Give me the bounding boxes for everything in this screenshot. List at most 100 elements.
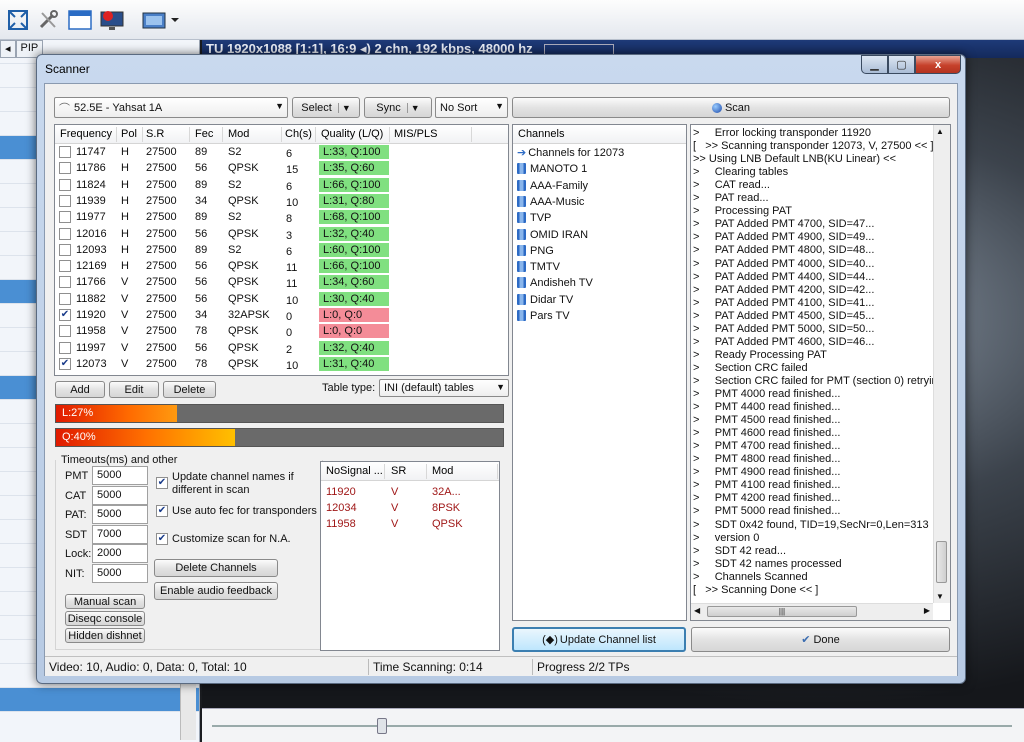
col-channels-header[interactable]: Channels bbox=[518, 125, 564, 143]
satellite-select[interactable]: ⌒ 52.5E - Yahsat 1A ▼ bbox=[54, 97, 288, 118]
timeout-input[interactable]: 5000 bbox=[92, 466, 148, 485]
col-frequency[interactable]: Frequency bbox=[60, 125, 112, 143]
table-row[interactable]: 11786 H 27500 56 QPSK 15 L:35, Q:60 bbox=[55, 160, 508, 176]
seek-track[interactable] bbox=[212, 725, 1012, 727]
channel-item[interactable]: MANOTO 1 bbox=[517, 161, 587, 177]
col-nosignal[interactable]: NoSignal ... bbox=[326, 462, 383, 480]
row-checkbox[interactable] bbox=[59, 260, 71, 273]
scroll-left-icon[interactable]: ◀ bbox=[694, 606, 700, 615]
col-quality[interactable]: Quality (L/Q) bbox=[321, 125, 383, 143]
minimize-button[interactable]: ▁ bbox=[861, 55, 888, 74]
table-row[interactable]: 11882 V 27500 56 QPSK 10 L:30, Q:40 bbox=[55, 291, 508, 307]
channel-item[interactable]: AAA-Music bbox=[517, 194, 584, 210]
log-horizontal-scrollbar[interactable]: ◀ ||| ▶ bbox=[691, 603, 933, 620]
timeout-input[interactable]: 5000 bbox=[92, 564, 148, 583]
list-item[interactable]: 11920 V 32A... bbox=[321, 484, 499, 500]
channel-item[interactable]: PNG bbox=[517, 243, 554, 259]
auto-fec-checkbox[interactable]: ✔ bbox=[156, 505, 168, 517]
fullscreen-icon[interactable] bbox=[4, 6, 32, 34]
table-row[interactable]: 11977 H 27500 89 S2 8 L:68, Q:100 bbox=[55, 209, 508, 225]
col-nosignal-mod[interactable]: Mod bbox=[432, 462, 453, 480]
channel-item[interactable]: Andisheh TV bbox=[517, 275, 593, 291]
channel-item[interactable]: Didar TV bbox=[517, 292, 573, 308]
row-checkbox[interactable]: ✔ bbox=[59, 357, 71, 370]
table-row[interactable]: 12169 H 27500 56 QPSK 11 L:66, Q:100 bbox=[55, 258, 508, 274]
delete-channels-button[interactable]: Delete Channels bbox=[154, 559, 278, 577]
row-checkbox[interactable] bbox=[59, 146, 71, 158]
table-row[interactable]: 11939 H 27500 34 QPSK 10 L:31, Q:80 bbox=[55, 193, 508, 209]
row-checkbox[interactable] bbox=[59, 341, 71, 354]
audio-feedback-button[interactable]: Enable audio feedback bbox=[154, 582, 278, 600]
col-fec[interactable]: Fec bbox=[195, 125, 213, 143]
col-mis-pls[interactable]: MIS/PLS bbox=[394, 125, 437, 143]
log-scroll-thumb[interactable] bbox=[936, 541, 947, 583]
list-item[interactable]: 11958 V QPSK bbox=[321, 516, 499, 532]
close-button[interactable]: x bbox=[915, 55, 961, 74]
timeout-input[interactable]: 5000 bbox=[92, 485, 148, 505]
col-nosignal-sr[interactable]: SR bbox=[391, 462, 406, 480]
window-icon[interactable] bbox=[66, 6, 94, 34]
table-row[interactable]: 12016 H 27500 56 QPSK 3 L:32, Q:40 bbox=[55, 226, 508, 242]
sync-button[interactable]: Sync ▼ bbox=[364, 97, 432, 118]
log-hscroll-thumb[interactable]: ||| bbox=[707, 606, 857, 617]
maximize-button[interactable]: ▢ bbox=[888, 55, 915, 74]
table-row[interactable]: 11958 V 27500 78 QPSK 0 L:0, Q:0 bbox=[55, 323, 508, 339]
row-checkbox[interactable] bbox=[59, 194, 71, 207]
tv-dropdown-icon[interactable] bbox=[138, 6, 182, 34]
table-row[interactable]: 12093 H 27500 89 S2 6 L:60, Q:100 bbox=[55, 242, 508, 258]
playlist-scrollbar[interactable] bbox=[180, 680, 196, 740]
timeout-input[interactable]: 5000 bbox=[92, 505, 148, 525]
row-checkbox[interactable] bbox=[59, 276, 71, 289]
seek-thumb[interactable] bbox=[377, 718, 387, 734]
timeout-input[interactable]: 2000 bbox=[92, 544, 148, 564]
row-checkbox[interactable]: ✔ bbox=[59, 309, 71, 321]
row-checkbox[interactable] bbox=[59, 211, 71, 224]
freq-cell: 12016 bbox=[76, 227, 107, 240]
edit-button[interactable]: Edit bbox=[109, 381, 159, 398]
col-channels[interactable]: Ch(s) bbox=[285, 125, 312, 143]
update-names-checkbox[interactable]: ✔ bbox=[156, 477, 168, 489]
table-row[interactable]: 11747 H 27500 89 S2 6 L:33, Q:100 bbox=[55, 144, 508, 160]
hidden-dishnet-button[interactable]: Hidden dishnet bbox=[65, 628, 145, 643]
select-button[interactable]: Select ▼ bbox=[292, 97, 360, 118]
row-checkbox[interactable] bbox=[59, 292, 71, 305]
channel-item[interactable]: AAA-Family bbox=[517, 178, 588, 194]
sort-select[interactable]: No Sort ▼ bbox=[435, 97, 508, 118]
scroll-right-icon[interactable]: ▶ bbox=[924, 606, 930, 615]
record-monitor-icon[interactable] bbox=[98, 6, 126, 34]
scroll-up-icon[interactable]: ▲ bbox=[936, 127, 944, 136]
row-checkbox[interactable] bbox=[59, 162, 71, 175]
table-row[interactable]: 11766 V 27500 56 QPSK 11 L:34, Q:60 bbox=[55, 274, 508, 290]
update-channel-list-button[interactable]: (◆) Update Channel list bbox=[512, 627, 686, 652]
row-checkbox[interactable] bbox=[59, 178, 71, 191]
col-pol[interactable]: Pol bbox=[121, 125, 137, 143]
row-checkbox[interactable] bbox=[59, 243, 71, 256]
col-sr[interactable]: S.R bbox=[146, 125, 164, 143]
table-row[interactable]: 11997 V 27500 56 QPSK 2 L:32, Q:40 bbox=[55, 340, 508, 356]
row-checkbox[interactable] bbox=[59, 227, 71, 240]
table-type-select[interactable]: INI (default) tables ▼ bbox=[379, 379, 509, 397]
tab-arrow[interactable]: ◂ bbox=[0, 40, 16, 58]
log-vertical-scrollbar[interactable]: ▲ ▼ bbox=[933, 125, 950, 603]
done-button[interactable]: ✔ Done bbox=[691, 627, 950, 652]
delete-button[interactable]: Delete bbox=[163, 381, 216, 398]
channel-item[interactable]: OMID IRAN bbox=[517, 227, 588, 243]
scan-button[interactable]: Scan bbox=[512, 97, 950, 118]
scroll-down-icon[interactable]: ▼ bbox=[936, 592, 944, 601]
row-checkbox[interactable] bbox=[59, 325, 71, 338]
channel-item[interactable]: Pars TV bbox=[517, 308, 570, 324]
channels-group-item[interactable]: ➔ Channels for 12073 bbox=[517, 145, 624, 161]
list-item[interactable]: 12034 V 8PSK bbox=[321, 500, 499, 516]
channel-item[interactable]: TVP bbox=[517, 210, 551, 226]
table-row[interactable]: ✔ 12073 V 27500 78 QPSK 10 L:31, Q:40 bbox=[55, 356, 508, 372]
timeout-input[interactable]: 7000 bbox=[92, 524, 148, 544]
col-mod[interactable]: Mod bbox=[228, 125, 249, 143]
customize-na-checkbox[interactable]: ✔ bbox=[156, 533, 168, 545]
diseqc-console-button[interactable]: Diseqc console bbox=[65, 611, 145, 626]
add-button[interactable]: Add bbox=[55, 381, 105, 398]
table-row[interactable]: ✔ 11920 V 27500 34 32APSK 0 L:0, Q:0 bbox=[55, 307, 508, 323]
channel-item[interactable]: TMTV bbox=[517, 259, 560, 275]
tools-icon[interactable] bbox=[34, 6, 62, 34]
manual-scan-button[interactable]: Manual scan bbox=[65, 594, 145, 609]
table-row[interactable]: 11824 H 27500 89 S2 6 L:66, Q:100 bbox=[55, 177, 508, 193]
